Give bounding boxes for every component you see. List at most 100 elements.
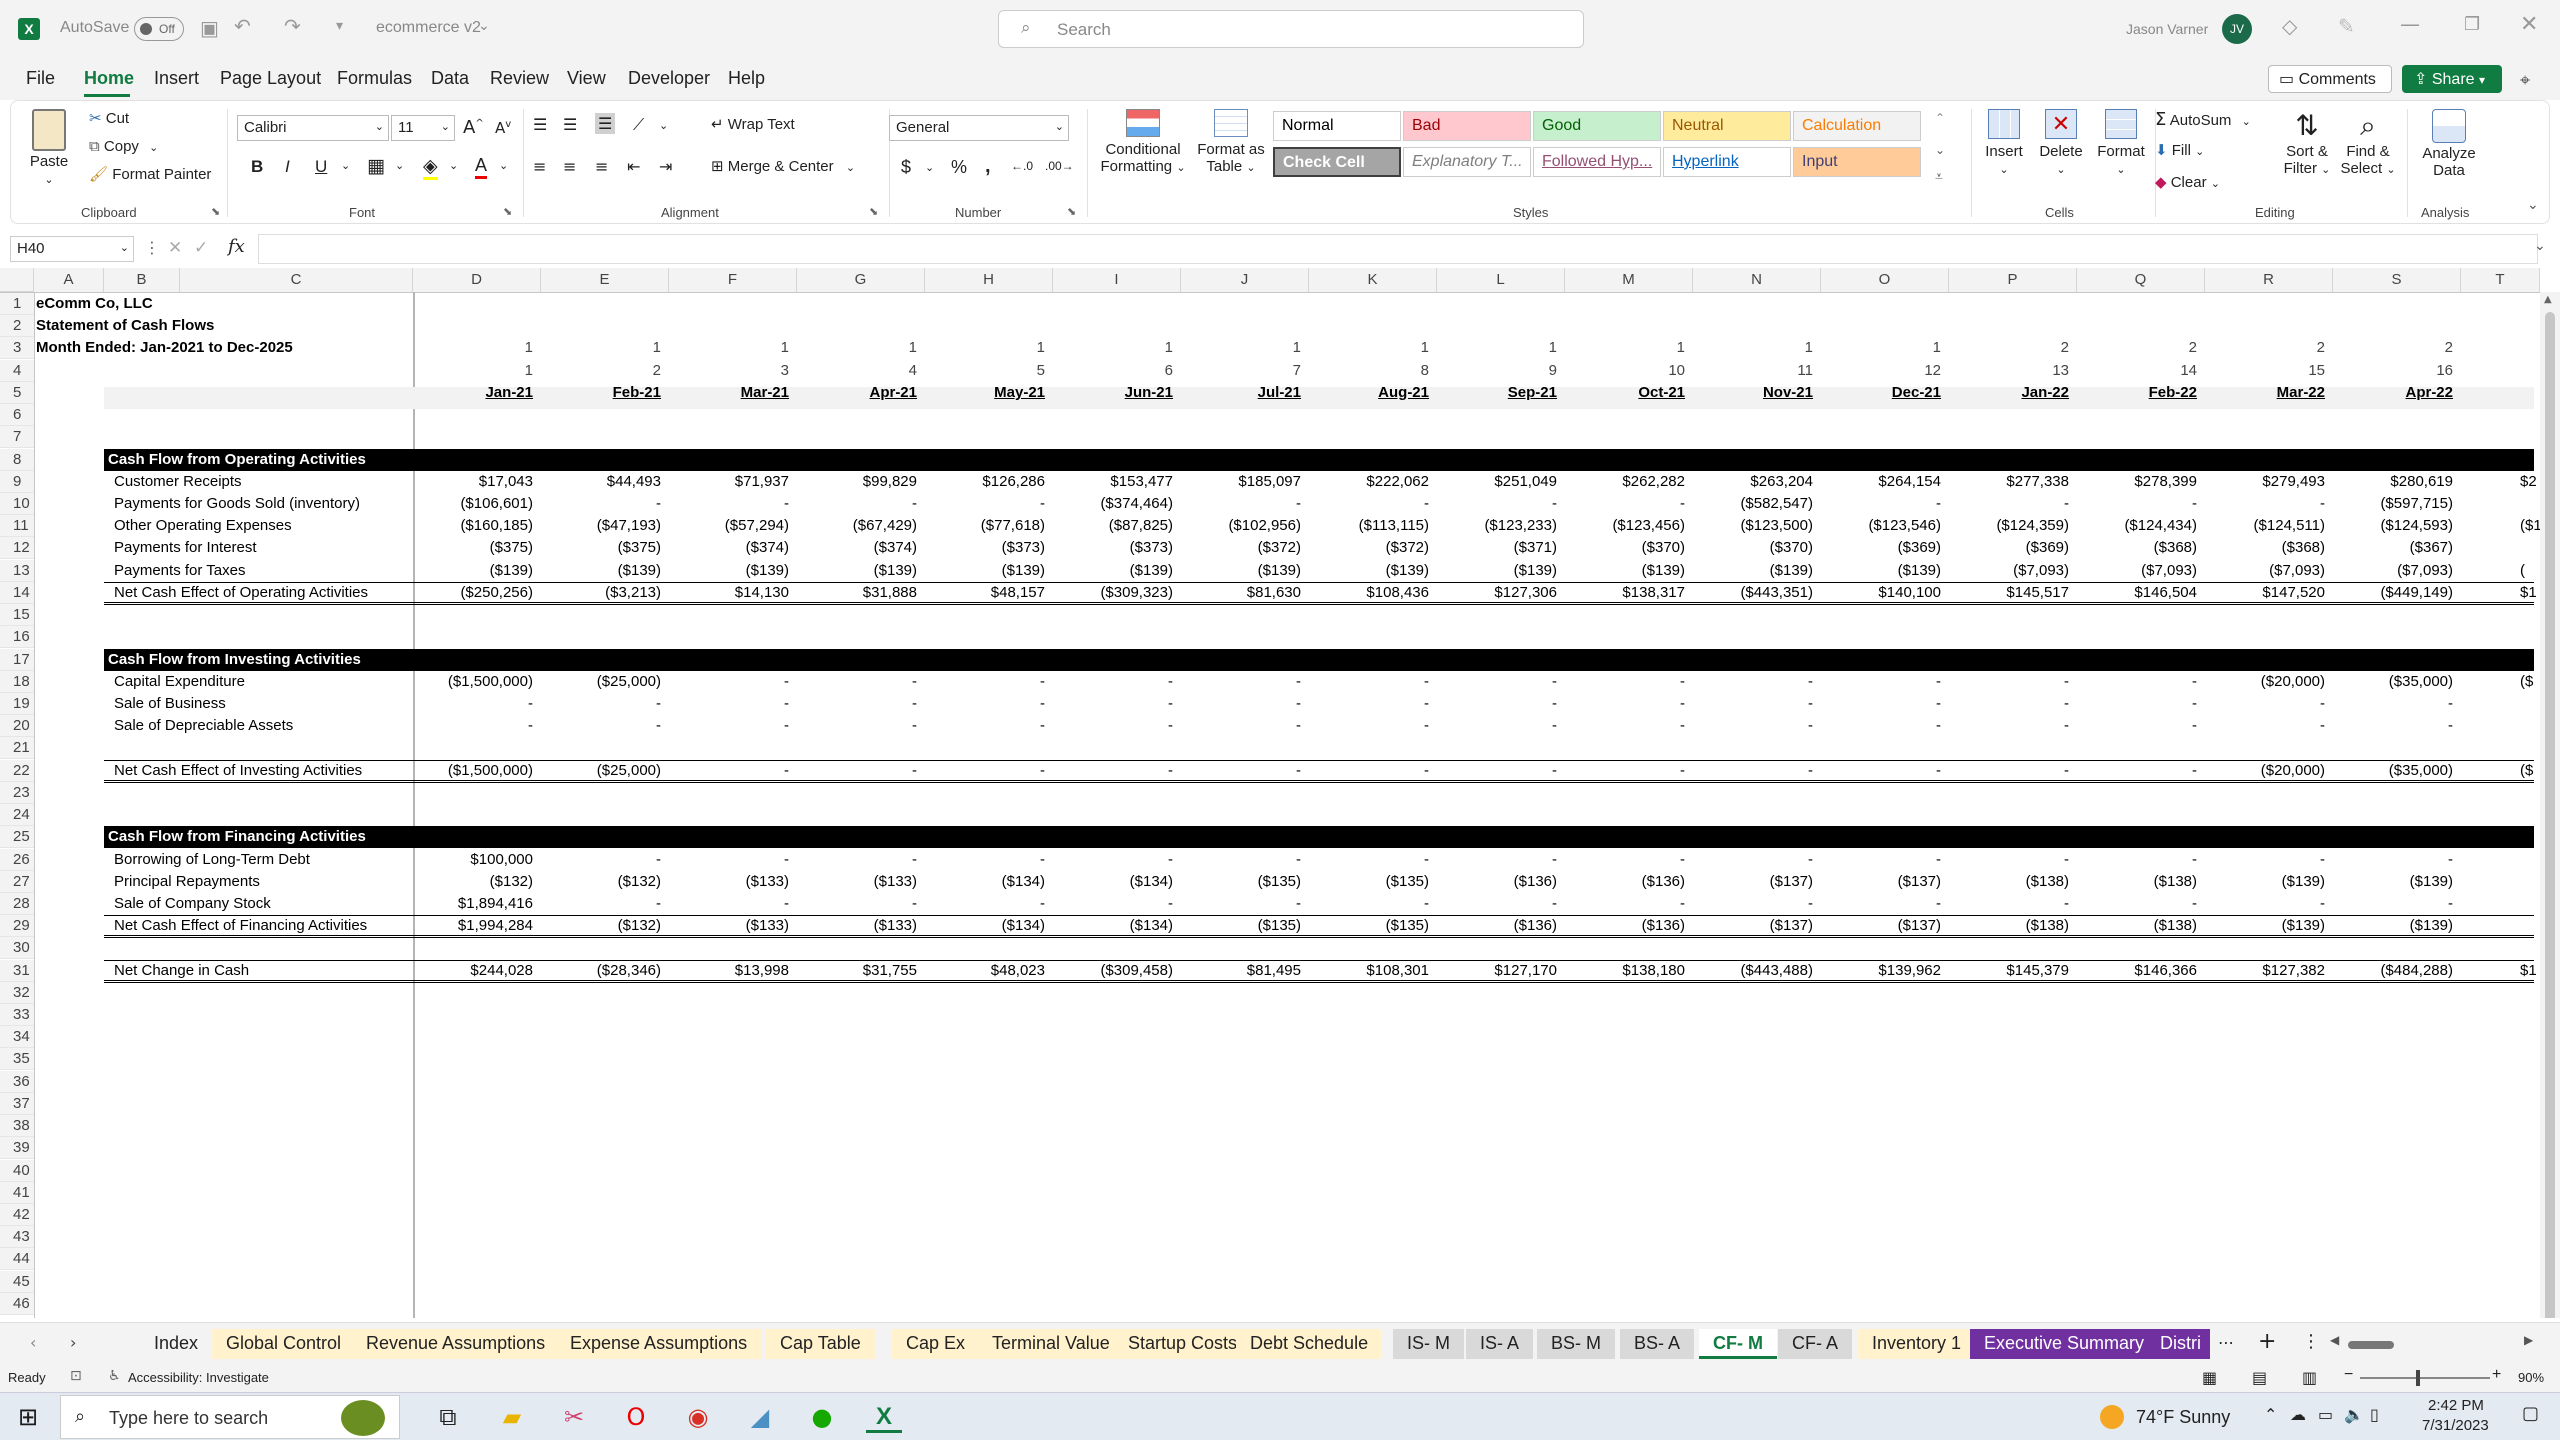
zoom-out-button[interactable]: −: [2344, 1366, 2353, 1384]
total-value-financing-14[interactable]: ($139): [2195, 915, 2325, 937]
total-value-investing-12[interactable]: -: [1939, 760, 2069, 782]
row-header-39[interactable]: 39: [0, 1137, 34, 1160]
line-value-operating-4-10[interactable]: ($139): [1683, 560, 1813, 582]
net-change-value-0[interactable]: $244,028: [403, 960, 533, 982]
line-value-financing-0-4[interactable]: -: [915, 849, 1045, 871]
line-value-financing-1-8[interactable]: ($136): [1427, 871, 1557, 893]
ribbon-pin-icon[interactable]: ⌖: [2520, 70, 2530, 91]
line-value-operating-4-2[interactable]: ($139): [659, 560, 789, 582]
line-value-financing-2-15[interactable]: -: [2323, 893, 2453, 915]
column-header-i[interactable]: I: [1053, 268, 1181, 292]
column-header-b[interactable]: B: [104, 268, 180, 292]
line-value-investing-0-13[interactable]: -: [2067, 671, 2197, 693]
column-header-m[interactable]: M: [1565, 268, 1693, 292]
clear-button[interactable]: ◆ Clear ⌄: [2155, 173, 2220, 191]
row-header-7[interactable]: 7: [0, 426, 34, 449]
cancel-entry-icon[interactable]: ✕: [168, 238, 182, 258]
increase-indent-icon[interactable]: ⇥: [659, 157, 672, 176]
insert-function-icon[interactable]: fx: [228, 236, 245, 257]
merge-center-button[interactable]: ⊞ Merge & Center ⌄: [711, 157, 855, 175]
sheet-tab-is-a[interactable]: IS- A: [1466, 1329, 1534, 1359]
period-year-8[interactable]: 1: [1427, 337, 1557, 359]
menu-formulas[interactable]: Formulas: [337, 68, 412, 89]
orientation-chevron-icon[interactable]: ⌄: [659, 119, 668, 132]
period-index-12[interactable]: 13: [1939, 360, 2069, 382]
column-header-o[interactable]: O: [1821, 268, 1949, 292]
total-value-operating-6[interactable]: $81,630: [1171, 582, 1301, 604]
line-value-financing-0-8[interactable]: -: [1427, 849, 1557, 871]
row-header-30[interactable]: 30: [0, 937, 34, 960]
row-header-2[interactable]: 2: [0, 315, 34, 338]
total-value-financing-7[interactable]: ($135): [1299, 915, 1429, 937]
row-header-36[interactable]: 36: [0, 1070, 34, 1093]
total-value-financing-5[interactable]: ($134): [1043, 915, 1173, 937]
line-label-operating-1[interactable]: Payments for Goods Sold (inventory): [114, 493, 360, 515]
total-value-financing-3[interactable]: ($133): [787, 915, 917, 937]
align-bottom-icon[interactable]: ☰: [595, 113, 616, 134]
line-value-operating-3-15[interactable]: ($367): [2323, 537, 2453, 559]
line-value-operating-3-13[interactable]: ($368): [2067, 537, 2197, 559]
bold-button[interactable]: B: [251, 157, 263, 177]
period-year-13[interactable]: 2: [2067, 337, 2197, 359]
row-header-26[interactable]: 26: [0, 848, 34, 871]
row-header-29[interactable]: 29: [0, 915, 34, 938]
line-value-investing-1-14[interactable]: -: [2195, 693, 2325, 715]
period-index-14[interactable]: 15: [2195, 360, 2325, 382]
line-label-operating-0[interactable]: Customer Receipts: [114, 471, 242, 493]
line-value-investing-1-3[interactable]: -: [787, 693, 917, 715]
line-value-operating-2-14[interactable]: ($124,511): [2195, 515, 2325, 537]
line-value-operating-3-3[interactable]: ($374): [787, 537, 917, 559]
line-label-operating-3[interactable]: Payments for Interest: [114, 537, 257, 559]
month-header-11[interactable]: Dec-21: [1811, 382, 1941, 404]
line-value-investing-2-6[interactable]: -: [1171, 715, 1301, 737]
total-value-operating-10[interactable]: ($443,351): [1683, 582, 1813, 604]
row-header-38[interactable]: 38: [0, 1115, 34, 1138]
total-label-financing[interactable]: Net Cash Effect of Financing Activities: [114, 915, 367, 937]
line-value-investing-1-15[interactable]: -: [2323, 693, 2453, 715]
line-value-investing-2-3[interactable]: -: [787, 715, 917, 737]
column-header-n[interactable]: N: [1693, 268, 1821, 292]
battery-icon[interactable]: ▯: [2370, 1405, 2379, 1424]
line-value-financing-2-3[interactable]: -: [787, 893, 917, 915]
line-value-operating-4-0[interactable]: ($139): [403, 560, 533, 582]
comma-button[interactable]: ,: [985, 155, 991, 178]
menu-review[interactable]: Review: [490, 68, 549, 89]
undo-icon[interactable]: ↶: [234, 14, 251, 38]
period-year-6[interactable]: 1: [1171, 337, 1301, 359]
column-header-q[interactable]: Q: [2077, 268, 2205, 292]
total-value-operating-2[interactable]: $14,130: [659, 582, 789, 604]
row-header-3[interactable]: 3: [0, 337, 34, 360]
line-value-investing-1-13[interactable]: -: [2067, 693, 2197, 715]
line-value-operating-4-8[interactable]: ($139): [1427, 560, 1557, 582]
line-value-operating-2-0[interactable]: ($160,185): [403, 515, 533, 537]
decrease-indent-icon[interactable]: ⇤: [627, 157, 640, 176]
increase-font-icon[interactable]: A^: [463, 117, 484, 138]
menu-view[interactable]: View: [567, 68, 606, 89]
line-value-investing-2-0[interactable]: -: [403, 715, 533, 737]
net-change-value-12[interactable]: $145,379: [1939, 960, 2069, 982]
line-value-financing-2-10[interactable]: -: [1683, 893, 1813, 915]
line-value-operating-0-7[interactable]: $222,062: [1299, 471, 1429, 493]
month-header-6[interactable]: Jul-21: [1171, 382, 1301, 404]
borders-icon[interactable]: ▦: [367, 155, 385, 177]
line-value-financing-0-3[interactable]: -: [787, 849, 917, 871]
row-header-45[interactable]: 45: [0, 1270, 34, 1293]
line-value-financing-0-11[interactable]: -: [1811, 849, 1941, 871]
line-value-investing-2-5[interactable]: -: [1043, 715, 1173, 737]
line-value-financing-0-9[interactable]: -: [1555, 849, 1685, 871]
line-value-financing-1-11[interactable]: ($137): [1811, 871, 1941, 893]
name-box[interactable]: H40 ⌄: [10, 236, 134, 262]
line-value-financing-0-7[interactable]: -: [1299, 849, 1429, 871]
sheet-tab-debt-schedule[interactable]: Debt Schedule: [1236, 1329, 1383, 1359]
period-index-1[interactable]: 2: [531, 360, 661, 382]
line-value-operating-1-0[interactable]: ($106,601): [403, 493, 533, 515]
period-year-0[interactable]: 1: [403, 337, 533, 359]
line-value-operating-4-7[interactable]: ($139): [1299, 560, 1429, 582]
period-index-5[interactable]: 6: [1043, 360, 1173, 382]
accessibility-status[interactable]: Accessibility: Investigate: [128, 1370, 269, 1385]
row-header-13[interactable]: 13: [0, 559, 34, 582]
line-value-financing-1-2[interactable]: ($133): [659, 871, 789, 893]
total-value-financing-11[interactable]: ($137): [1811, 915, 1941, 937]
period-index-9[interactable]: 10: [1555, 360, 1685, 382]
row-header-23[interactable]: 23: [0, 781, 34, 804]
